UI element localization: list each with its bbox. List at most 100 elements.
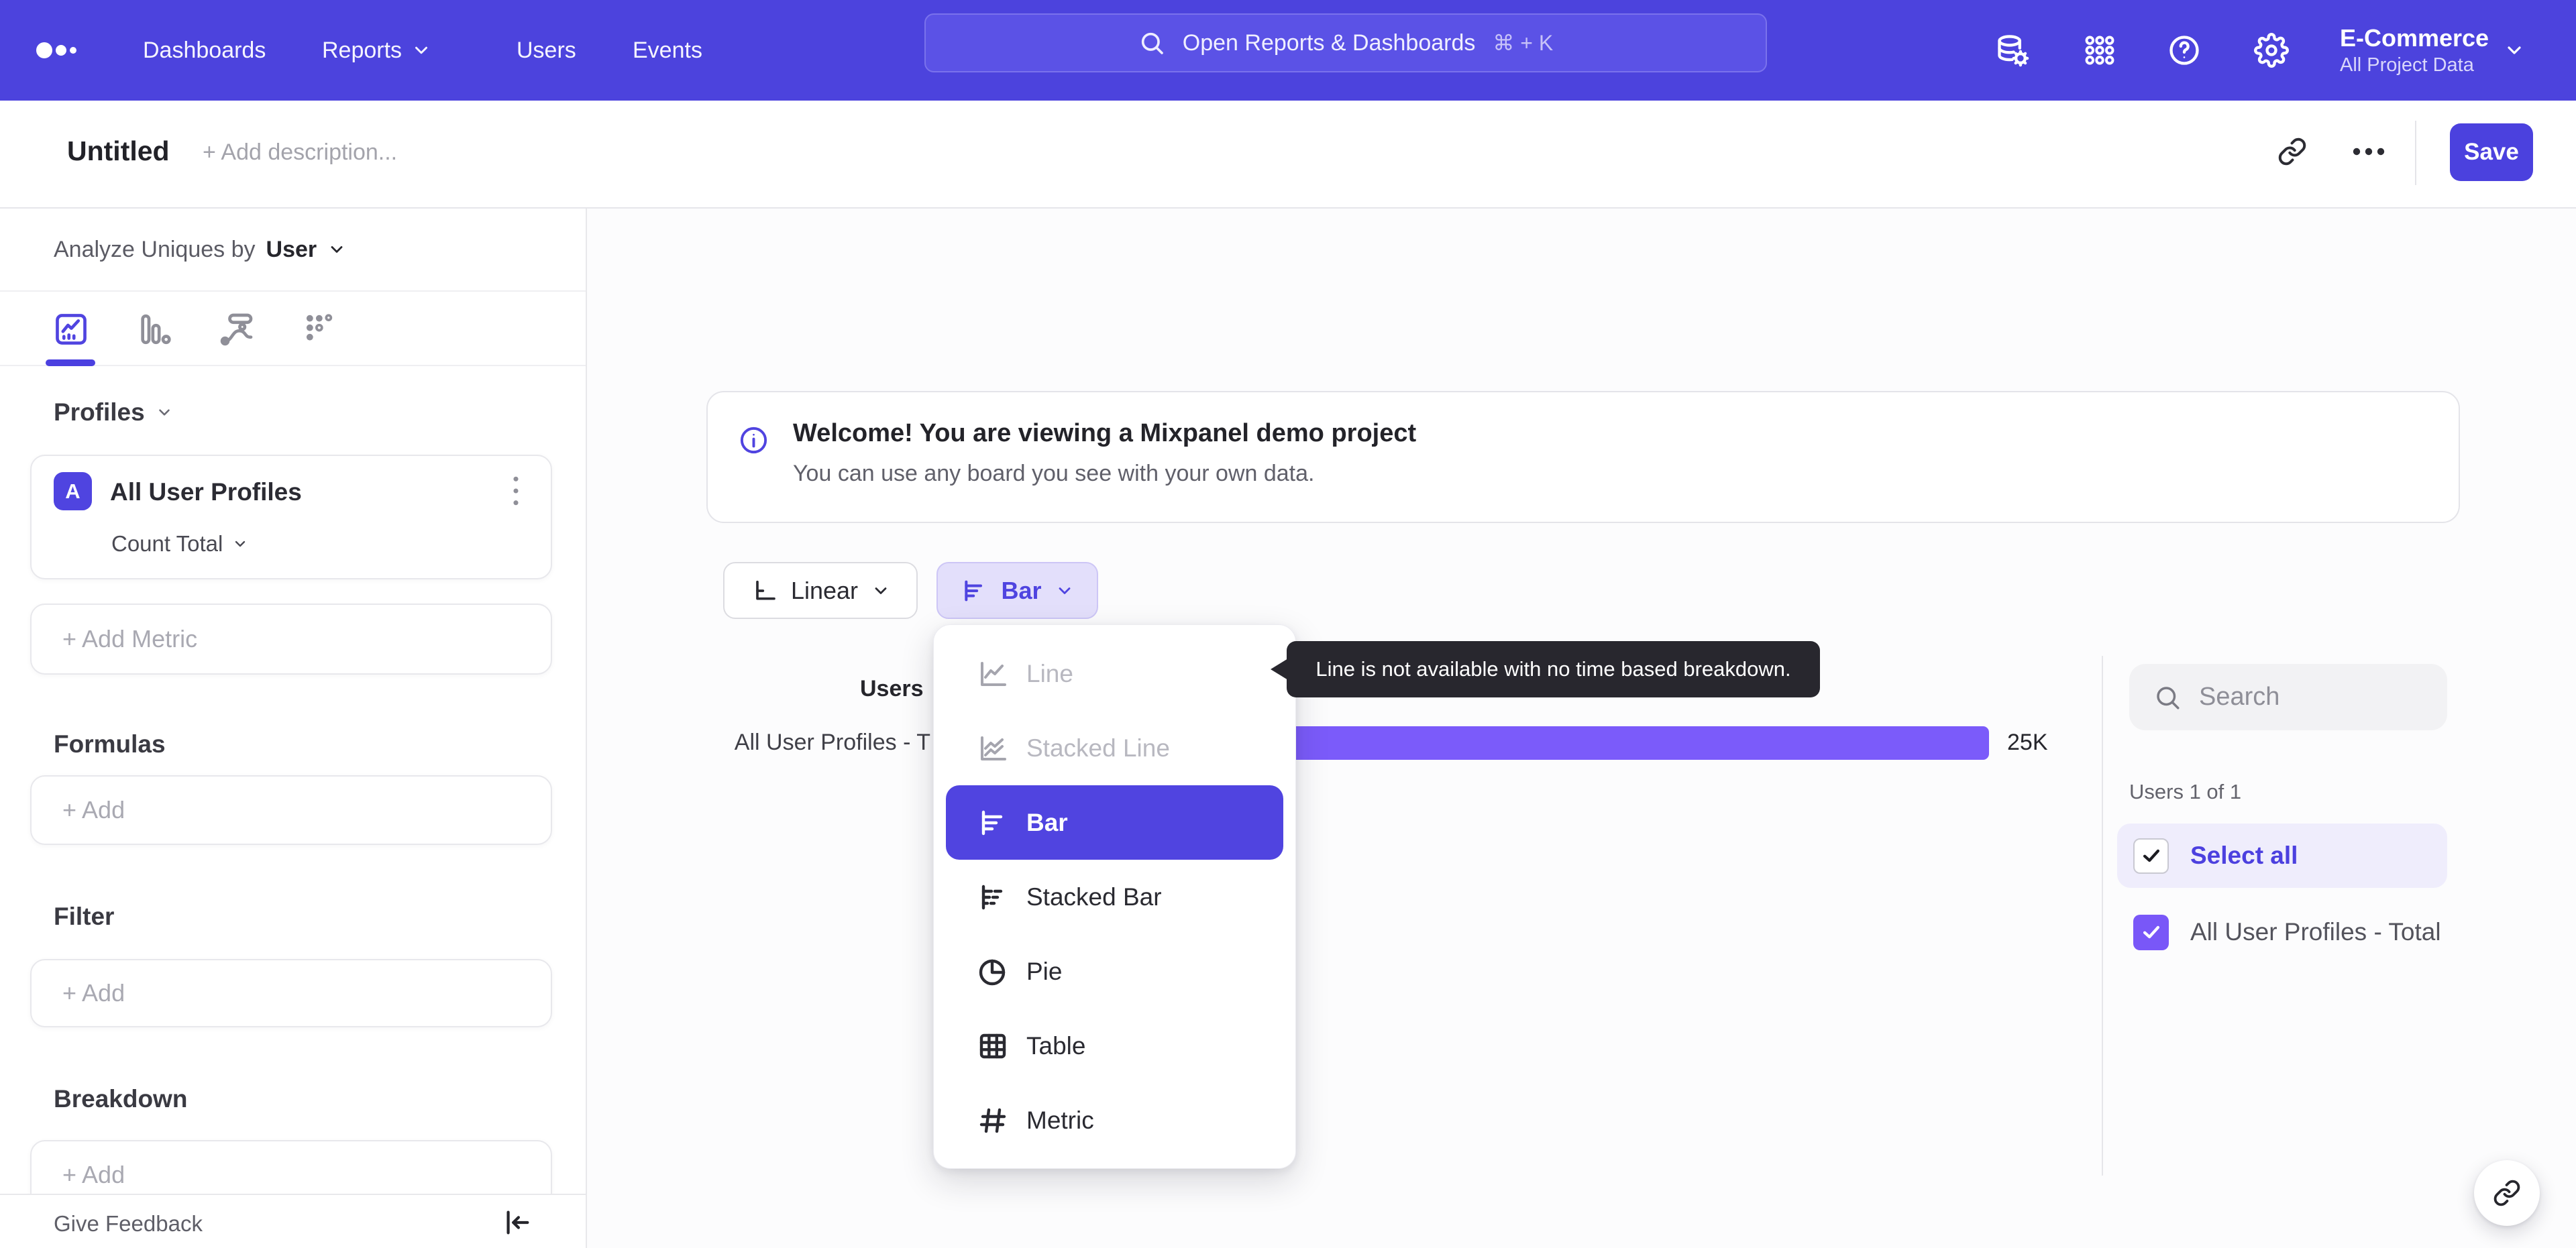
sidebar-footer: Give Feedback bbox=[0, 1194, 586, 1248]
tab-insights-icon[interactable] bbox=[52, 310, 90, 348]
nav-item-reports[interactable]: Reports bbox=[322, 0, 431, 101]
more-options-icon[interactable] bbox=[2351, 137, 2386, 166]
add-formula-label: + Add bbox=[62, 796, 125, 824]
add-description[interactable]: + Add description... bbox=[203, 139, 397, 166]
metric-card[interactable]: A All User Profiles Count Total bbox=[30, 455, 552, 579]
filter-section-header: Filter bbox=[54, 903, 114, 931]
menu-item-label: Bar bbox=[1026, 808, 1068, 836]
menu-item-line[interactable]: Line bbox=[946, 636, 1283, 711]
data-management-icon[interactable] bbox=[1995, 33, 2030, 68]
users-column-header: Users bbox=[860, 676, 924, 701]
legend-search-box[interactable] bbox=[2129, 664, 2447, 730]
formulas-label: Formulas bbox=[54, 730, 166, 758]
chart-bar-value: 25K bbox=[2007, 730, 2048, 755]
menu-item-metric[interactable]: Metric bbox=[946, 1083, 1283, 1157]
nav-label: Events bbox=[633, 37, 702, 63]
analyze-value-selector[interactable]: User bbox=[266, 237, 317, 263]
add-filter-button[interactable]: + Add bbox=[30, 959, 552, 1027]
give-feedback-link[interactable]: Give Feedback bbox=[54, 1211, 203, 1237]
settings-gear-icon[interactable] bbox=[2254, 33, 2289, 68]
select-all-row[interactable]: Select all bbox=[2117, 824, 2447, 888]
link-icon bbox=[2493, 1180, 2520, 1206]
search-icon bbox=[2157, 686, 2180, 709]
chevron-down-icon bbox=[875, 587, 887, 594]
chevron-down-icon bbox=[1059, 587, 1070, 594]
menu-item-stacked-bar[interactable]: Stacked Bar bbox=[946, 860, 1283, 934]
chevron-down-icon bbox=[158, 409, 170, 416]
line-disabled-tooltip: Line is not available with no time based… bbox=[1271, 641, 1820, 697]
metric-options-icon[interactable] bbox=[501, 473, 531, 508]
global-search-bar[interactable]: Open Reports & Dashboards ⌘ + K bbox=[924, 13, 1767, 72]
chart-type-label: Bar bbox=[1001, 576, 1042, 604]
report-canvas: Welcome! You are viewing a Mixpanel demo… bbox=[588, 210, 2576, 1248]
menu-item-bar[interactable]: Bar bbox=[946, 785, 1283, 860]
chart-row-label: All User Profiles - T bbox=[734, 730, 930, 755]
apps-grid-icon[interactable] bbox=[2082, 33, 2117, 68]
chevron-down-icon bbox=[415, 46, 428, 54]
chevron-down-icon[interactable] bbox=[327, 240, 346, 259]
legend-item-row[interactable]: All User Profiles - Total bbox=[2117, 900, 2447, 964]
search-shortcut: ⌘ + K bbox=[1493, 31, 1554, 55]
menu-item-label: Line bbox=[1026, 659, 1073, 687]
chevron-down-icon bbox=[2508, 46, 2521, 54]
add-filter-label: + Add bbox=[62, 979, 125, 1007]
pie-chart-icon bbox=[979, 959, 1006, 985]
check-icon bbox=[2143, 849, 2159, 862]
query-builder-sidebar: Analyze Uniques by User Profiles A All U… bbox=[0, 209, 587, 1248]
banner-subtitle: You can use any board you see with your … bbox=[793, 461, 1315, 486]
report-header: Untitled + Add description... bbox=[0, 101, 2576, 209]
profiles-section-header[interactable]: Profiles bbox=[54, 398, 173, 427]
header-divider bbox=[2415, 121, 2416, 185]
save-label: Save bbox=[2464, 139, 2519, 165]
nav-label: Dashboards bbox=[143, 37, 266, 63]
mixpanel-logo-icon[interactable] bbox=[35, 36, 87, 65]
legend-search-input[interactable] bbox=[2199, 683, 2427, 712]
bar-chart-icon bbox=[965, 580, 983, 601]
menu-item-table[interactable]: Table bbox=[946, 1009, 1283, 1083]
add-metric-button[interactable]: + Add Metric bbox=[30, 604, 552, 675]
filter-label: Filter bbox=[54, 903, 115, 930]
tab-funnels-icon[interactable] bbox=[135, 310, 172, 348]
menu-item-pie[interactable]: Pie bbox=[946, 934, 1283, 1009]
panel-divider bbox=[2102, 656, 2103, 1176]
nav-item-dashboards[interactable]: Dashboards bbox=[143, 0, 266, 101]
project-scope: All Project Data bbox=[2340, 54, 2474, 76]
select-all-checkbox[interactable] bbox=[2133, 838, 2169, 874]
scale-label: Linear bbox=[790, 576, 859, 604]
menu-item-label: Metric bbox=[1026, 1106, 1094, 1134]
save-button[interactable]: Save bbox=[2450, 123, 2533, 181]
nav-label: Reports bbox=[322, 37, 402, 63]
collapse-sidebar-icon[interactable] bbox=[502, 1207, 533, 1238]
aggregation-label: Count Total bbox=[111, 531, 223, 556]
menu-item-label: Pie bbox=[1026, 957, 1063, 985]
nav-label: Users bbox=[517, 37, 576, 63]
bar-chart-icon bbox=[981, 810, 1003, 835]
project-switcher[interactable]: E-Commerce All Project Data bbox=[2340, 0, 2525, 101]
legend-item-checkbox[interactable] bbox=[2133, 914, 2169, 950]
metric-letter-badge: A bbox=[54, 472, 92, 510]
share-link-fab[interactable] bbox=[2474, 1160, 2540, 1226]
hash-metric-icon bbox=[979, 1108, 1006, 1133]
help-icon[interactable] bbox=[2167, 33, 2202, 68]
search-placeholder: Open Reports & Dashboards bbox=[1182, 30, 1476, 56]
report-title[interactable]: Untitled bbox=[67, 135, 170, 167]
metric-aggregation-selector[interactable]: Count Total bbox=[111, 531, 248, 557]
add-formula-button[interactable]: + Add bbox=[30, 775, 552, 845]
tooltip-arrow bbox=[1271, 659, 1288, 680]
report-tabs bbox=[0, 290, 586, 366]
add-breakdown-label: + Add bbox=[62, 1161, 125, 1188]
check-icon bbox=[2143, 925, 2159, 939]
nav-item-events[interactable]: Events bbox=[633, 0, 702, 101]
menu-item-label: Stacked Line bbox=[1026, 734, 1170, 762]
tab-flows-icon[interactable] bbox=[218, 310, 256, 348]
info-icon bbox=[740, 427, 767, 454]
tab-retention-icon[interactable] bbox=[301, 310, 339, 348]
metric-name[interactable]: All User Profiles bbox=[110, 478, 302, 506]
menu-item-stacked-line[interactable]: Stacked Line bbox=[946, 711, 1283, 785]
copy-link-icon[interactable] bbox=[2277, 137, 2307, 166]
menu-item-label: Stacked Bar bbox=[1026, 883, 1162, 911]
scale-selector-button[interactable]: Linear bbox=[723, 562, 918, 619]
chart-type-button[interactable]: Bar bbox=[936, 562, 1098, 619]
nav-item-users[interactable]: Users bbox=[517, 0, 576, 101]
project-name: E-Commerce bbox=[2340, 24, 2489, 52]
